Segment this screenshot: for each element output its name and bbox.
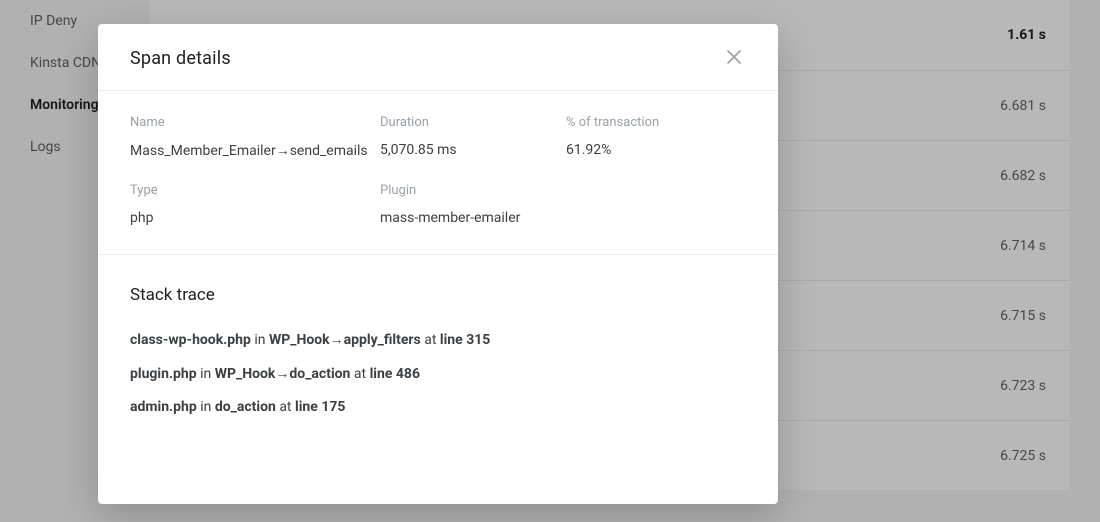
field-label: % of transaction	[566, 115, 746, 130]
field-value: 61.92%	[566, 142, 746, 158]
field-label: Plugin	[380, 183, 746, 198]
span-details-modal: Span details Name Mass_Member_Emailer→se…	[98, 24, 778, 504]
field-value: Mass_Member_Emailer→send_emails	[130, 142, 380, 159]
trace-fn: WP_Hook→apply_filters	[269, 332, 421, 348]
modal-title: Span details	[130, 48, 231, 69]
field-value: 5,070.85 ms	[380, 142, 566, 158]
trace-file: class-wp-hook.php	[130, 332, 251, 348]
stack-trace-section: Stack trace class-wp-hook.php in WP_Hook…	[98, 255, 778, 432]
field-pct: % of transaction 61.92%	[566, 115, 746, 159]
field-value: php	[130, 210, 380, 226]
field-label: Type	[130, 183, 380, 198]
stack-trace-title: Stack trace	[130, 285, 746, 305]
field-value: mass-member-emailer	[380, 210, 746, 226]
trace-file: admin.php	[130, 399, 197, 415]
field-label: Duration	[380, 115, 566, 130]
stack-trace-line: admin.php in do_action at line 175	[130, 398, 746, 418]
modal-body: Name Mass_Member_Emailer→send_emails Dur…	[98, 91, 778, 255]
trace-fn: WP_Hook→do_action	[215, 366, 351, 382]
field-grid: Name Mass_Member_Emailer→send_emails Dur…	[130, 115, 746, 226]
trace-line-no: 315	[466, 332, 490, 348]
modal-header: Span details	[98, 24, 778, 91]
field-name: Name Mass_Member_Emailer→send_emails	[130, 115, 380, 159]
trace-file: plugin.php	[130, 366, 197, 382]
close-icon	[727, 50, 741, 67]
stack-trace-line: plugin.php in WP_Hook→do_action at line …	[130, 365, 746, 385]
field-duration: Duration 5,070.85 ms	[380, 115, 566, 159]
field-type: Type php	[130, 183, 380, 226]
field-label: Name	[130, 115, 380, 130]
close-button[interactable]	[722, 46, 746, 70]
trace-line-no: 175	[321, 399, 345, 415]
stack-trace-line: class-wp-hook.php in WP_Hook→apply_filte…	[130, 331, 746, 351]
trace-line-no: 486	[396, 366, 420, 382]
trace-fn: do_action	[215, 399, 276, 415]
field-plugin: Plugin mass-member-emailer	[380, 183, 746, 226]
